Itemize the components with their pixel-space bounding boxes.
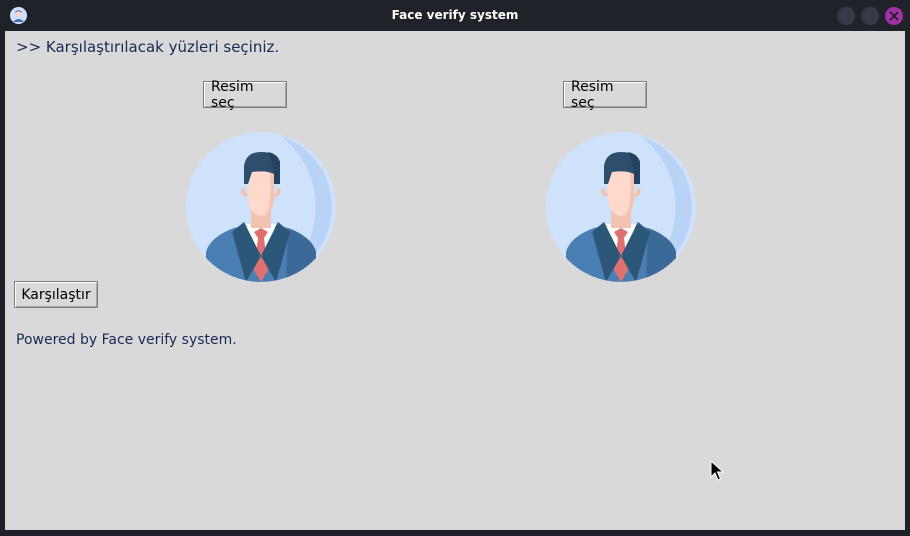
select-image-right-button[interactable]: Resim seç: [563, 79, 647, 111]
compare-button[interactable]: Karşılaştır: [14, 281, 98, 308]
app-window: Face verify system >> Karşılaştırılacak …: [0, 0, 910, 536]
footer-text: Powered by Face verify system.: [16, 332, 237, 348]
title-bar[interactable]: Face verify system: [0, 0, 910, 31]
select-image-left-button[interactable]: Resim seç: [203, 79, 287, 111]
main-content: >> Karşılaştırılacak yüzleri seçiniz. Re…: [5, 31, 905, 530]
mouse-cursor-icon: [710, 460, 724, 481]
minimize-button[interactable]: [837, 7, 855, 25]
close-button[interactable]: [885, 7, 903, 25]
person-avatar-icon: [186, 132, 336, 282]
person-avatar-icon: [546, 132, 696, 282]
close-icon: [889, 11, 899, 21]
instruction-heading: >> Karşılaştırılacak yüzleri seçiniz.: [16, 38, 280, 56]
window-title: Face verify system: [391, 8, 519, 22]
maximize-button[interactable]: [861, 7, 879, 25]
